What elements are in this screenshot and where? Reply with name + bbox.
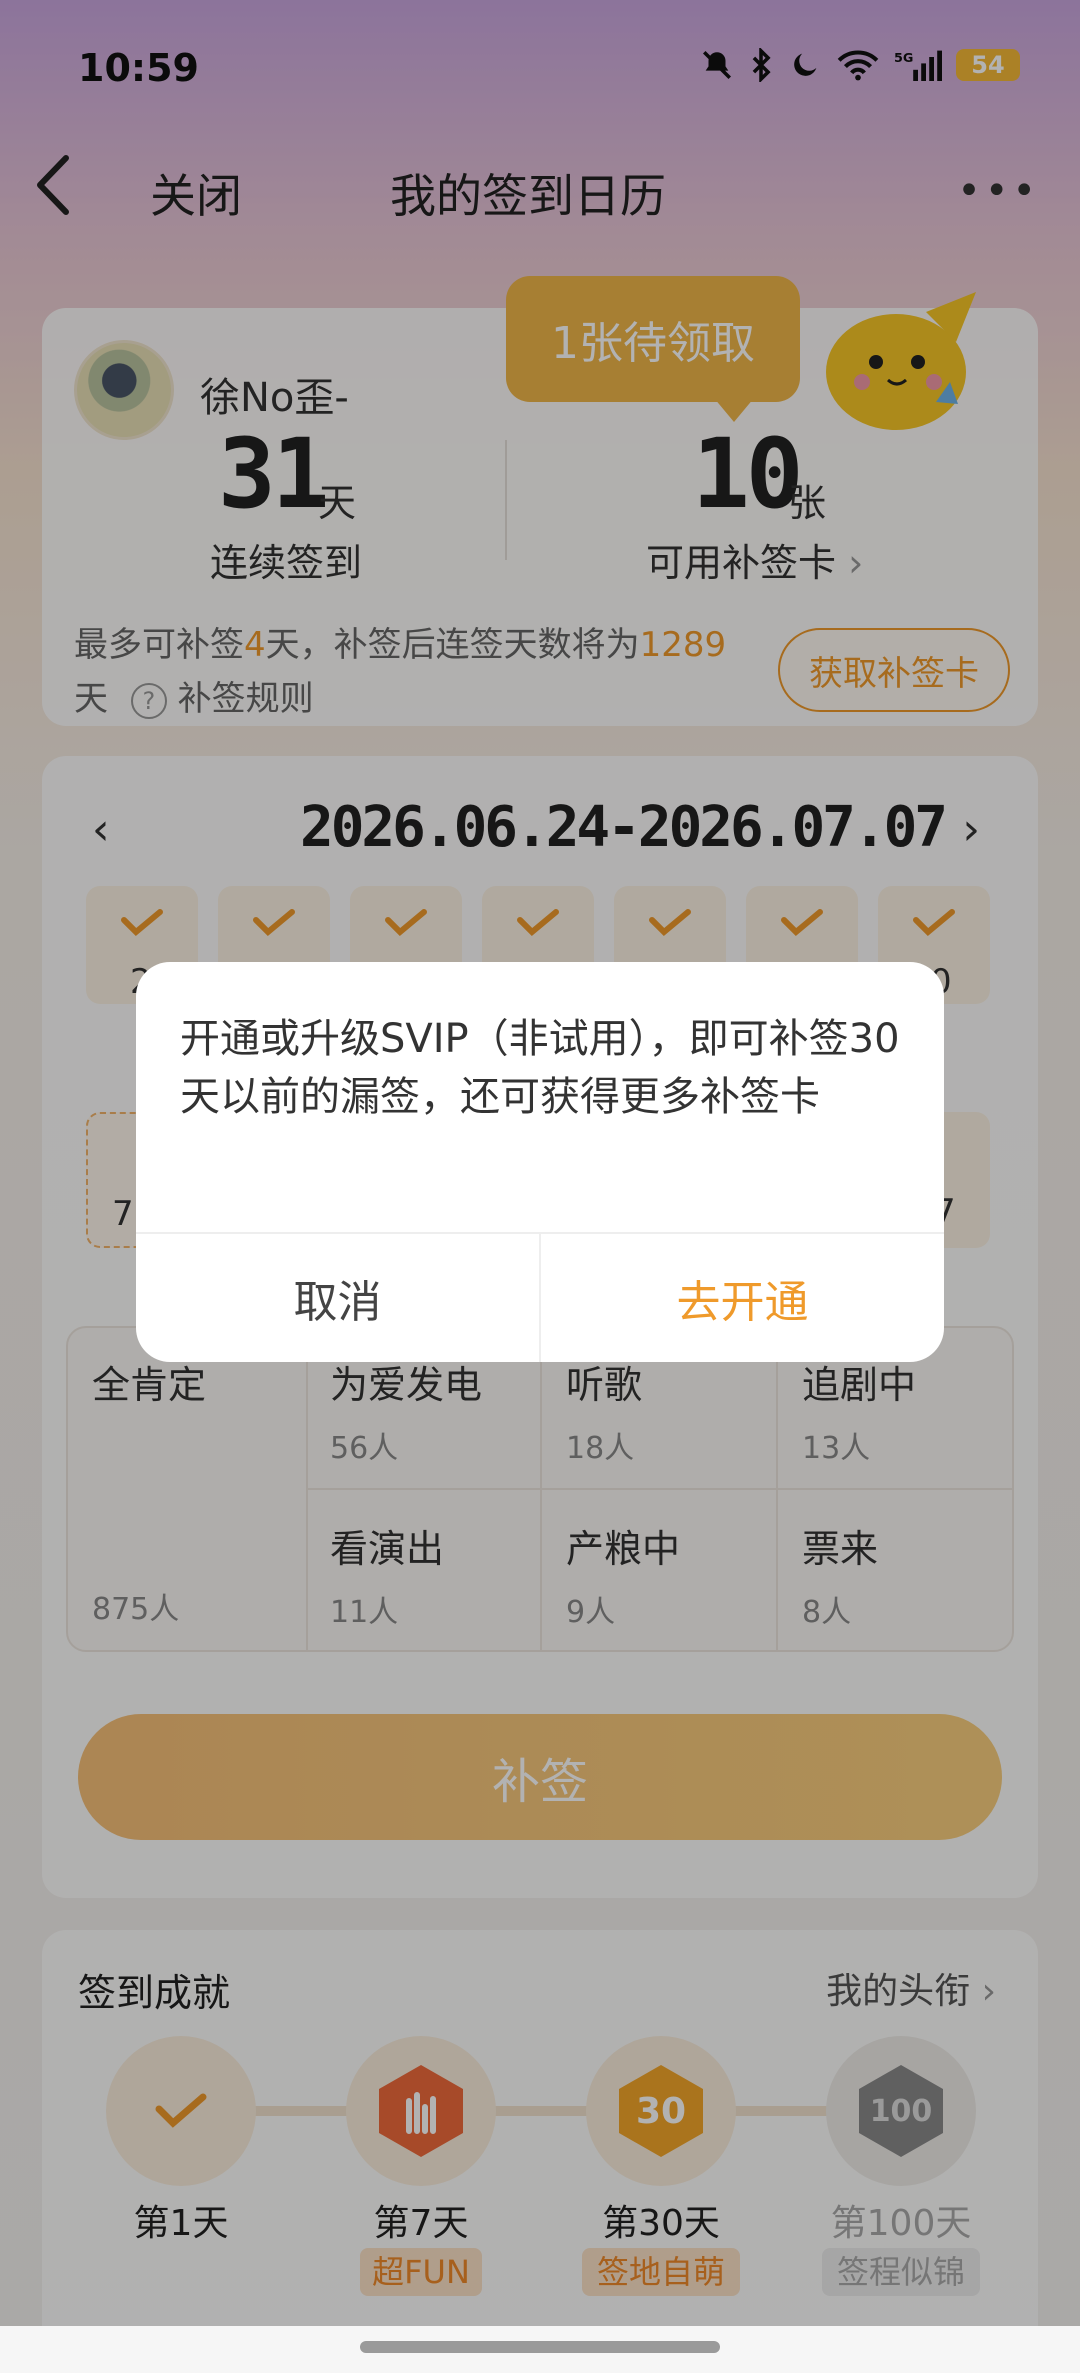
svip-dialog: 开通或升级SVIP（非试用），即可补签30天以前的漏签，还可获得更多补签卡 取消… <box>136 962 944 1362</box>
open-svip-button[interactable]: 去开通 <box>541 1234 944 1362</box>
home-indicator[interactable] <box>360 2341 720 2353</box>
dialog-message: 开通或升级SVIP（非试用），即可补签30天以前的漏签，还可获得更多补签卡 <box>180 1016 900 1120</box>
cancel-button[interactable]: 取消 <box>136 1234 539 1362</box>
